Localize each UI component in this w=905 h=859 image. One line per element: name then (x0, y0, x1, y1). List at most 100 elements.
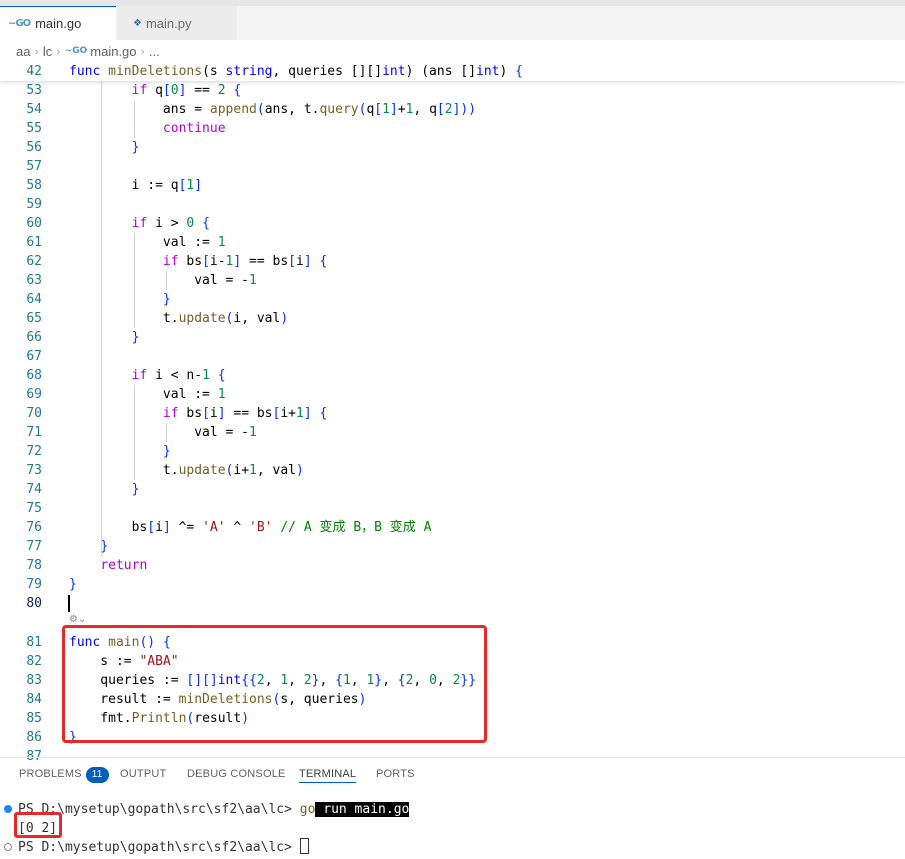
code-line[interactable]: 65 t.update(i, val) (0, 309, 905, 328)
chevron-right-icon: › (56, 44, 61, 58)
code-line[interactable]: 71 val = -1 (0, 423, 905, 442)
line-number: 59 (26, 197, 42, 212)
line-number: 62 (26, 254, 42, 269)
line-number: 68 (26, 368, 42, 383)
breadcrumb-item[interactable]: aa (16, 44, 30, 59)
code-text: if bs[i-1] == bs[i] { (162, 254, 328, 269)
line-number: 77 (26, 539, 42, 554)
code-line[interactable]: 79} (0, 575, 905, 594)
line-number: 75 (26, 501, 42, 516)
code-text: func minDeletions(s string, queries [][]… (69, 64, 523, 79)
line-number: 79 (26, 577, 42, 592)
indent-guide (134, 385, 135, 480)
code-line[interactable]: 78 return (0, 556, 905, 575)
code-text: } (131, 140, 140, 155)
code-text: if q[0] == 2 { (131, 83, 242, 98)
line-number: 67 (26, 349, 42, 364)
tab-debug-console[interactable]: DEBUG CONSOLE (187, 758, 286, 790)
code-line[interactable]: 77 } (0, 537, 905, 556)
tab-main-go[interactable]: ~GO main.go (0, 6, 116, 40)
code-text: i := q[1] (69, 178, 203, 193)
line-number: 86 (26, 730, 42, 745)
line-number: 61 (26, 235, 42, 250)
code-text: if bs[i] == bs[i+1] { (162, 406, 328, 421)
code-line[interactable]: 72 } (0, 442, 905, 461)
text-cursor (68, 595, 70, 612)
code-text: val = -1 (69, 425, 257, 440)
code-line[interactable]: 76 bs[i] ^= 'A' ^ 'B' // A 变成 B，B 变成 A (0, 518, 905, 537)
tab-output[interactable]: OUTPUT (120, 758, 166, 790)
line-number: 73 (26, 463, 42, 478)
code-line[interactable]: 55 continue (0, 119, 905, 138)
code-line[interactable]: 80 (0, 594, 905, 613)
code-line[interactable]: 69 val := 1 (0, 385, 905, 404)
line-number: 69 (26, 387, 42, 402)
code-line[interactable]: 70 if bs[i] == bs[i+1] { (0, 404, 905, 423)
breadcrumb-item[interactable]: ... (149, 44, 160, 59)
line-number: 83 (26, 673, 42, 688)
go-icon: ~GO (8, 18, 31, 29)
code-line[interactable]: 59 (0, 195, 905, 214)
tab-main-py[interactable]: ❖ main.py (117, 6, 237, 40)
code-line[interactable]: 68 if i < n-1 { (0, 366, 905, 385)
breadcrumb: aa › lc › ~GO main.go › ... (0, 40, 905, 62)
code-text: bs[i] ^= 'A' ^ 'B' // A 变成 B，B 变成 A (69, 520, 432, 535)
tab-ports[interactable]: PORTS (376, 758, 415, 790)
code-line[interactable]: 75 (0, 499, 905, 518)
panel-tab-bar: PROBLEMS 11 OUTPUT DEBUG CONSOLE TERMINAL… (0, 758, 905, 790)
code-line[interactable]: 58 i := q[1] (0, 176, 905, 195)
code-text: t.update(i+1, val) (69, 463, 304, 478)
line-number: 42 (26, 64, 42, 79)
line-number: 71 (26, 425, 42, 440)
sticky-scroll-line[interactable]: 42 func minDeletions(s string, queries [… (0, 62, 905, 81)
code-line[interactable]: 54 ans = append(ans, t.query(q[1]+1, q[2… (0, 100, 905, 119)
go-icon: ~GO (64, 46, 88, 56)
line-number: 65 (26, 311, 42, 326)
breadcrumb-item[interactable]: main.go (90, 44, 136, 59)
breadcrumb-item[interactable]: lc (43, 44, 52, 59)
tab-problems[interactable]: PROBLEMS 11 (19, 758, 109, 790)
code-line[interactable]: 66 } (0, 328, 905, 347)
line-number: 82 (26, 654, 42, 669)
line-number: 60 (26, 216, 42, 231)
code-line[interactable]: 67 (0, 347, 905, 366)
line-number: 66 (26, 330, 42, 345)
code-line[interactable]: 74 } (0, 480, 905, 499)
indent-guide (166, 271, 167, 290)
highlight-box-main-func (62, 625, 487, 743)
line-number: 74 (26, 482, 42, 497)
code-text: val = -1 (69, 273, 257, 288)
code-line[interactable]: 53 if q[0] == 2 { (0, 81, 905, 100)
code-text: if i > 0 { (131, 216, 210, 231)
indent-guide (134, 100, 135, 138)
code-line[interactable]: 63 val = -1 (0, 271, 905, 290)
code-text: } (69, 577, 77, 592)
code-line[interactable]: 61 val := 1 (0, 233, 905, 252)
code-text: val := 1 (69, 235, 226, 250)
code-line[interactable]: 64 } (0, 290, 905, 309)
line-number: 58 (26, 178, 42, 193)
tab-label: main.go (35, 16, 82, 31)
code-line[interactable]: 60 if i > 0 { (0, 214, 905, 233)
run-debug-codelens[interactable]: ⚙⌄ (69, 614, 86, 625)
code-text: val := 1 (69, 387, 226, 402)
code-line[interactable]: 56 } (0, 138, 905, 157)
code-line[interactable]: 57 (0, 157, 905, 176)
python-icon: ❖ (133, 17, 142, 29)
code-text: } (131, 330, 140, 345)
code-line[interactable]: 62 if bs[i-1] == bs[i] { (0, 252, 905, 271)
line-number: 64 (26, 292, 42, 307)
editor-tab-bar: ~GO main.go ❖ main.py (0, 6, 905, 40)
line-number: 53 (26, 83, 42, 98)
line-number: 57 (26, 159, 42, 174)
code-text: } (162, 292, 171, 307)
terminal-line-command: PS D:\mysetup\gopath\src\sf2\aa\lc> go r… (18, 802, 410, 817)
line-number: 56 (26, 140, 42, 155)
chevron-right-icon: › (140, 44, 145, 58)
highlight-box-output (14, 812, 62, 838)
line-number: 81 (26, 635, 42, 650)
line-number: 54 (26, 102, 42, 117)
tab-terminal[interactable]: TERMINAL (299, 758, 357, 783)
code-line[interactable]: 73 t.update(i+1, val) (0, 461, 905, 480)
line-number: 72 (26, 444, 42, 459)
